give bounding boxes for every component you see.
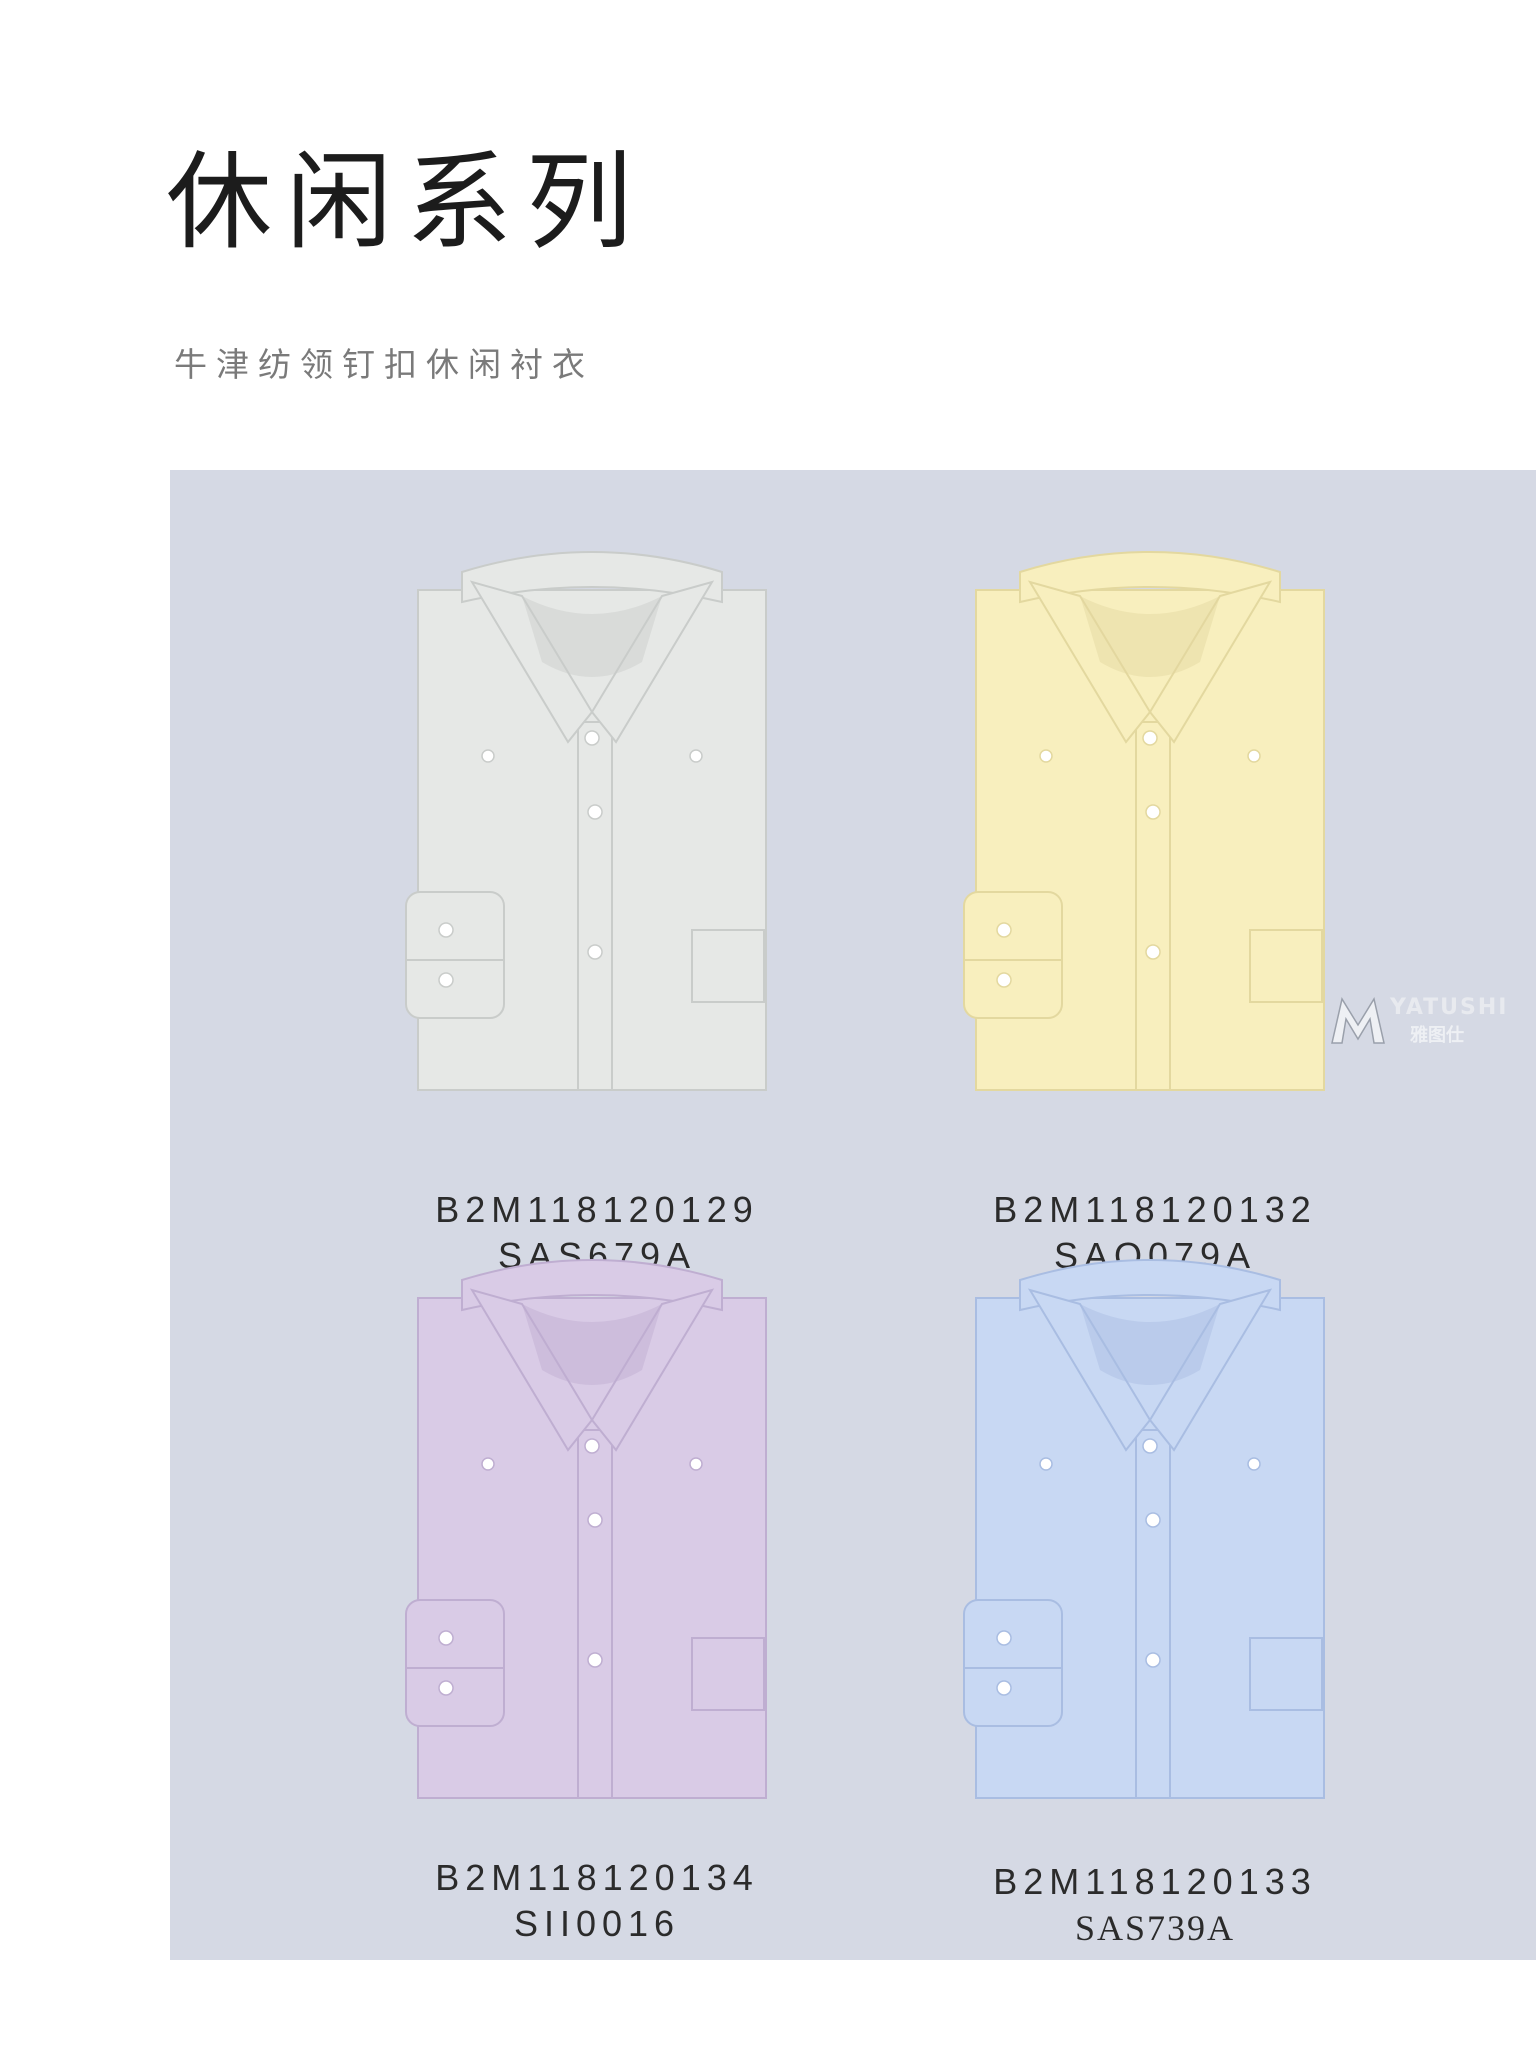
product-panel: B2M118120129 SAS679A B2M118120132 SAQ079… (170, 470, 1536, 1960)
watermark-text: YATUSHI (1390, 995, 1509, 1020)
product-card[interactable]: B2M118120132 SAQ079A (950, 542, 1360, 1274)
product-code: B2M118120133 (993, 1861, 1317, 1902)
watermark-text-cn: 雅图仕 (1410, 1025, 1464, 1046)
shirt-image (405, 551, 767, 1091)
logo-icon (1331, 997, 1385, 1044)
watermark-logo: YATUSHI 雅图仕 (1330, 995, 1536, 1047)
product-style: SAS739A (1074, 1908, 1236, 1948)
product-card[interactable]: B2M118120134 SII0016 (392, 1250, 802, 1942)
product-style: SII0016 (513, 1903, 681, 1944)
product-code: B2M118120129 (435, 1189, 759, 1230)
shirt-image (405, 1259, 767, 1799)
product-card[interactable]: B2M118120129 SAS679A (392, 542, 802, 1274)
product-card[interactable]: B2M118120133 SAS739A (950, 1250, 1360, 1946)
product-code: B2M118120132 (993, 1189, 1317, 1230)
shirt-image (963, 551, 1325, 1091)
product-code: B2M118120134 (435, 1857, 759, 1898)
page-subtitle: 牛津纺领钉扣休闲衬衣 (174, 345, 594, 384)
shirt-image (963, 1259, 1325, 1799)
page-title: 休闲系列 (166, 141, 646, 264)
